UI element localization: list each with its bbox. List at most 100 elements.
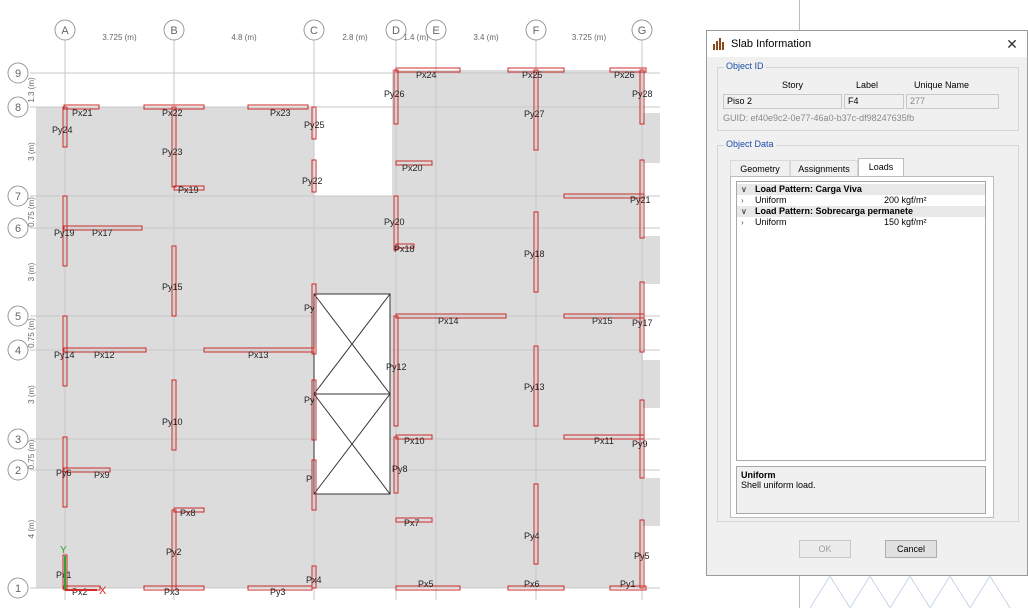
story-field: Piso 2 — [723, 94, 842, 109]
grid-column-label: B — [170, 25, 177, 37]
element-label: Px6 — [524, 579, 540, 589]
grid-row-label: 8 — [15, 102, 21, 114]
object-data-group: Object Data Geometry Assignments Loads ∨… — [717, 139, 1019, 522]
element-label: Px22 — [162, 108, 183, 118]
story-header: Story — [782, 80, 804, 90]
load-item-row[interactable]: › Uniform 200 kgf/m² — [737, 195, 985, 206]
element-label: Py6 — [56, 468, 72, 478]
label-header: Label — [856, 80, 879, 90]
element-label: Py17 — [632, 318, 653, 328]
tab-geometry[interactable]: Geometry — [730, 160, 790, 176]
element-label: Px24 — [416, 70, 437, 80]
element-label: Py15 — [162, 282, 183, 292]
object-id-group-title: Object ID — [724, 61, 766, 71]
app-icon — [713, 38, 725, 50]
slab-area — [642, 360, 660, 408]
tab-loads[interactable]: Loads — [858, 158, 904, 176]
y-axis-label: Y — [60, 545, 67, 556]
element-label: Py3 — [270, 587, 286, 597]
tree-row-label: Uniform — [755, 217, 787, 227]
element-label: Py19 — [54, 228, 75, 238]
chevron-down-icon[interactable]: ∨ — [741, 184, 747, 195]
element-label: P — [306, 474, 312, 484]
element-label: Px21 — [72, 108, 93, 118]
grid-row-label: 5 — [15, 311, 21, 323]
tree-row-value: 200 kgf/m² — [884, 195, 927, 205]
slab-plan-drawing[interactable]: A B C D E F G 9 8 7 6 5 4 3 2 1 3.725 (m) 4.8 (m) 2.8 (m) 1… — [0, 0, 800, 608]
row-dimension: 1.3 (m) — [27, 77, 36, 103]
chevron-down-icon[interactable]: ∨ — [741, 206, 747, 217]
row-dimension: 0.75 (m) — [27, 197, 36, 227]
loads-tree[interactable]: ∨ Load Pattern: Carga Viva › Uniform 200 kgf… — [736, 181, 986, 461]
slab-area — [642, 478, 660, 526]
element-label: Py28 — [632, 89, 653, 99]
plan-view-canvas[interactable]: A B C D E F G 9 8 7 6 5 4 3 2 1 3.725 (m) 4.8 (m) 2.8 (m) 1… — [0, 0, 800, 608]
element-label: Px10 — [404, 436, 425, 446]
element-label: Px1 — [56, 570, 72, 580]
element-label: Px4 — [306, 575, 322, 585]
element-label: Px18 — [394, 244, 415, 254]
element-label: Px11 — [594, 436, 614, 446]
element-label: Px9 — [94, 470, 110, 480]
element-label: Py1 — [620, 579, 636, 589]
tab-assignments[interactable]: Assignments — [790, 160, 858, 176]
element-label: Px7 — [404, 518, 420, 528]
tree-row-value: 150 kgf/m² — [884, 217, 927, 227]
object-id-group: Object ID Story Label Unique Name Piso 2… — [717, 61, 1019, 131]
description-box: Uniform Shell uniform load. — [736, 466, 986, 514]
unique-name-field: 277 — [906, 94, 999, 109]
dialog-titlebar[interactable]: Slab Information ✕ — [707, 31, 1027, 57]
element-label: Py — [304, 395, 315, 405]
element-label: Py26 — [384, 89, 405, 99]
grid-column-label: D — [392, 25, 400, 37]
element-label: Py18 — [524, 249, 545, 259]
chevron-right-icon[interactable]: › — [741, 217, 744, 228]
column-dimension: 2.8 (m) — [342, 33, 368, 42]
row-dimension: 0.75 (m) — [27, 318, 36, 348]
element-label: Px25 — [522, 70, 543, 80]
grid-row-label: 3 — [15, 434, 21, 446]
element-label: Py12 — [386, 362, 407, 372]
element-label: Py4 — [524, 531, 540, 541]
load-pattern-row[interactable]: ∨ Load Pattern: Sobrecarga permanete — [737, 206, 985, 217]
element-label: Px26 — [614, 70, 635, 80]
grid-column-label: G — [638, 25, 647, 37]
cancel-button[interactable]: Cancel — [885, 540, 937, 558]
element-label: Px13 — [248, 350, 269, 360]
element-label: Py9 — [632, 439, 648, 449]
grid-column-label: E — [432, 25, 439, 37]
load-item-row[interactable]: › Uniform 150 kgf/m² — [737, 217, 985, 228]
object-data-group-title: Object Data — [724, 139, 776, 149]
element-label: Py22 — [302, 176, 323, 186]
ok-button[interactable]: OK — [799, 540, 851, 558]
slab-area — [642, 236, 660, 284]
slab-information-dialog: Slab Information ✕ Object ID Story Label… — [706, 30, 1028, 576]
background-divider-lower — [799, 576, 800, 608]
column-dimension: 1.4 (m) — [403, 33, 429, 42]
element-label: Py24 — [52, 125, 73, 135]
element-label: Py2 — [166, 547, 182, 557]
element-label: Px2 — [72, 587, 88, 597]
element-label: Px3 — [164, 587, 180, 597]
grid-row-label: 2 — [15, 465, 21, 477]
label-field: F4 — [844, 94, 904, 109]
guid-text: GUID: ef40e9c2-0e77-46a0-b37c-df98247635… — [723, 113, 915, 123]
close-icon[interactable]: ✕ — [1003, 35, 1021, 53]
element-label: Py14 — [54, 350, 75, 360]
load-pattern-row[interactable]: ∨ Load Pattern: Carga Viva — [737, 184, 985, 195]
grid-column-label: F — [533, 25, 540, 37]
row-dimension: 0.75 (m) — [27, 439, 36, 469]
element-label: Py20 — [384, 217, 405, 227]
background-divider — [799, 0, 800, 30]
column-dimension: 3.725 (m) — [102, 33, 137, 42]
element-label: Py27 — [524, 109, 545, 119]
chevron-right-icon[interactable]: › — [741, 195, 744, 206]
dialog-title: Slab Information — [731, 38, 812, 50]
element-label: Py8 — [392, 464, 408, 474]
element-label: Px8 — [180, 508, 196, 518]
element-label: Px5 — [418, 579, 434, 589]
slab-area — [36, 266, 40, 316]
grid-row-label: 9 — [15, 68, 21, 80]
row-dimension: 3 (m) — [27, 142, 36, 161]
grid-row-label: 1 — [15, 583, 21, 595]
